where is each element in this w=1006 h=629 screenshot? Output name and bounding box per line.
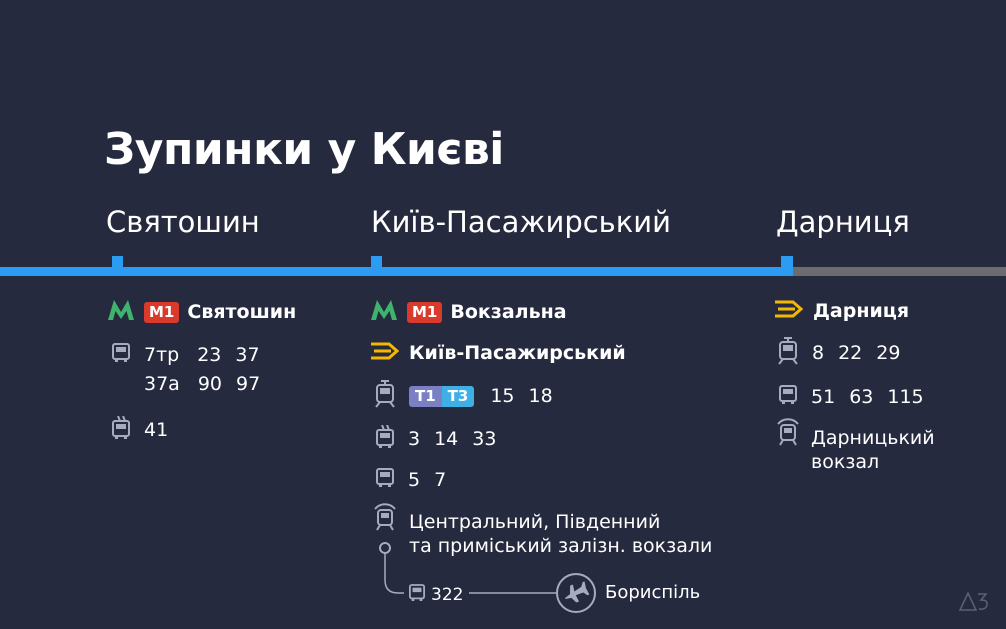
- bus-route: 5: [408, 468, 421, 491]
- station-description-line: Дарницький: [811, 427, 935, 449]
- train-station-icon: [373, 502, 397, 536]
- trolleybus-icon: [112, 415, 130, 444]
- bus-route: 37а: [144, 373, 180, 395]
- tram-route: 18: [528, 384, 553, 407]
- metro-icon: [108, 300, 134, 324]
- metro-line-badge: M1: [144, 301, 180, 323]
- bus-icon: [779, 385, 797, 409]
- rail-station-name: Київ-Пасажирський: [409, 341, 626, 364]
- airport-connector: [379, 542, 560, 594]
- airplane-icon: [556, 573, 596, 617]
- page-title: Зупинки у Києві: [104, 124, 504, 175]
- metro-row-kyiv: M1 Вокзальна: [371, 300, 567, 324]
- bus-row-kyiv: 5 7: [376, 468, 460, 492]
- rail-station-name: Дарниця: [813, 299, 910, 322]
- tram-route: 29: [876, 341, 901, 364]
- bus-route: 63: [849, 385, 874, 408]
- bus-route: 51: [811, 385, 836, 408]
- metro-line-badge: M1: [407, 301, 443, 323]
- bus-route: 97: [236, 373, 261, 395]
- airport-name: Бориспіль: [605, 582, 701, 603]
- station-name-darnytsia: Дарниця: [776, 205, 910, 239]
- trolleybus-route: 3: [408, 427, 421, 450]
- bus-route: 90: [197, 373, 223, 395]
- airport-row: Бориспіль: [605, 584, 700, 602]
- bus-icon: [112, 343, 130, 367]
- metro-icon: [371, 300, 397, 324]
- airport-bus-row: 322: [409, 584, 463, 606]
- station-description-darnytsia: Дарницький вокзал: [811, 426, 935, 474]
- metro-row-sviatoshyn: M1 Святошин: [108, 300, 296, 324]
- rail-row-kyiv: Київ-Пасажирський: [371, 342, 626, 364]
- tram-route: 8: [812, 341, 825, 364]
- station-description-line: Центральний, Південний: [409, 511, 661, 533]
- station-name-kyiv-pasazhyrskyi: Київ-Пасажирський: [371, 205, 671, 239]
- station-marker-sviatoshyn: [112, 256, 123, 271]
- trolleybus-route: 33: [472, 427, 497, 450]
- bus-row-sviatoshyn-1: 7тр 23 37: [112, 343, 274, 367]
- trolleybus-row-sviatoshyn: 41: [112, 415, 182, 444]
- metro-station-name: Святошин: [187, 300, 297, 323]
- tram-row-darnytsia: 8 22 29: [778, 337, 914, 369]
- rail-icon: [371, 342, 400, 364]
- tram-route: 15: [490, 384, 515, 407]
- bus-row-darnytsia: 51 63 115: [779, 385, 938, 409]
- tram-icon: [778, 337, 798, 369]
- bus-route: 115: [887, 385, 924, 408]
- trolleybus-route: 14: [434, 427, 459, 450]
- train-station-icon: [776, 417, 800, 451]
- route-line-remaining: [792, 267, 1006, 276]
- tram-route: 22: [838, 341, 863, 364]
- metro-station-name: Вокзальна: [450, 300, 567, 323]
- tram-icon: [375, 380, 395, 412]
- bus-row-sviatoshyn-2: 37а 90 97: [144, 375, 274, 394]
- tram-line-badge: T1: [409, 385, 442, 407]
- station-marker-darnytsia: [781, 256, 793, 276]
- tram-line-badge: T3: [441, 385, 475, 407]
- bus-route: 23: [197, 343, 222, 366]
- airport-bus-route: 322: [431, 584, 464, 605]
- logo-icon: [958, 590, 990, 616]
- rail-row-darnytsia: Дарниця: [775, 300, 909, 322]
- trolleybus-row-kyiv: 3 14 33: [376, 424, 510, 453]
- station-name-sviatoshyn: Святошин: [106, 205, 260, 239]
- bus-icon: [409, 584, 425, 606]
- station-marker-kyiv-pasazhyrskyi: [371, 256, 382, 271]
- trolleybus-route: 41: [144, 418, 169, 441]
- bus-route: 7тр: [144, 343, 180, 366]
- bus-icon: [376, 468, 394, 492]
- station-description-line: вокзал: [811, 451, 880, 473]
- rail-icon: [775, 300, 804, 322]
- bus-route: 37: [235, 343, 260, 366]
- tram-row-kyiv: T1 T3 15 18: [375, 380, 567, 412]
- bus-route: 7: [434, 468, 447, 491]
- trolleybus-icon: [376, 424, 394, 453]
